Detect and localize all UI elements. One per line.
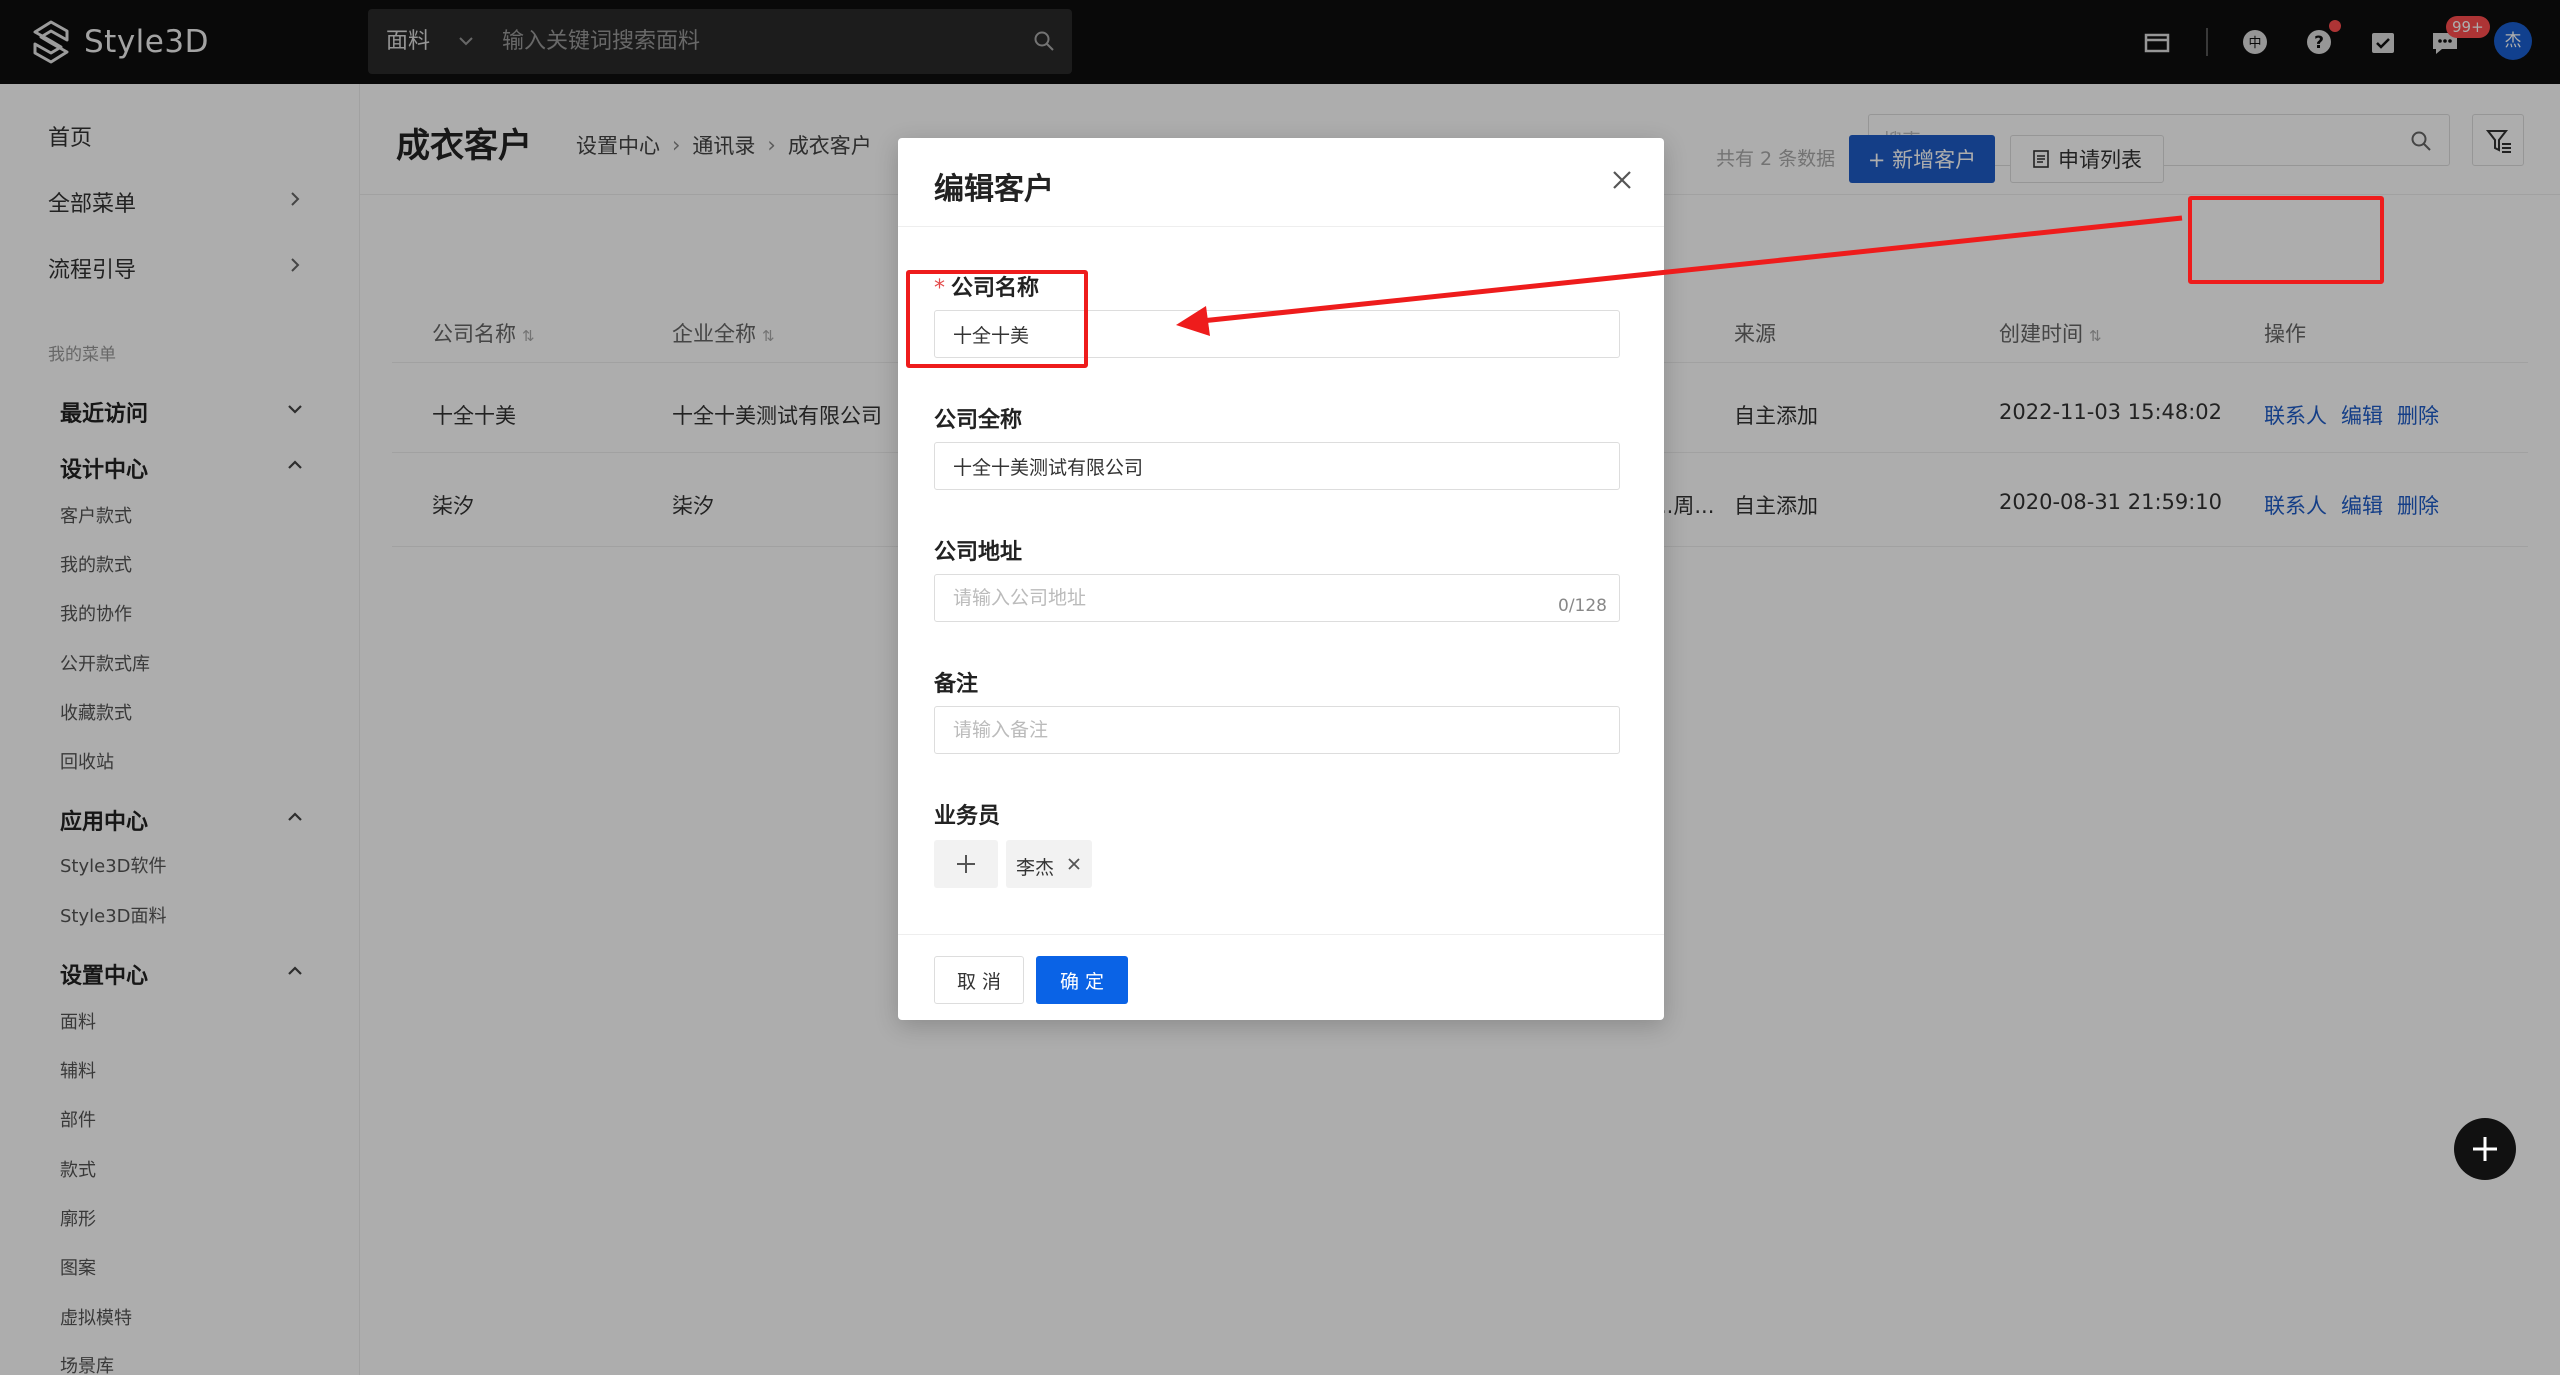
company-full-label: 公司全称 bbox=[934, 408, 1023, 433]
add-staff-button[interactable] bbox=[934, 840, 998, 888]
close-icon[interactable] bbox=[1608, 166, 1636, 194]
staff-label: 业务员 bbox=[934, 804, 1001, 829]
dialog-footer-divider bbox=[898, 934, 1664, 935]
dialog-title: 编辑客户 bbox=[934, 172, 1054, 207]
plus-icon bbox=[957, 855, 975, 873]
company-address-label: 公司地址 bbox=[934, 540, 1023, 565]
char-counter: 0/128 bbox=[1558, 596, 1607, 616]
staff-tag-label: 李杰 bbox=[1016, 857, 1055, 879]
cancel-button[interactable]: 取 消 bbox=[934, 956, 1024, 1004]
company-full-field[interactable] bbox=[934, 442, 1620, 490]
plus-icon bbox=[2473, 1137, 2497, 1161]
remark-label: 备注 bbox=[934, 672, 979, 697]
confirm-button[interactable]: 确 定 bbox=[1036, 956, 1128, 1004]
dialog-header-divider bbox=[898, 226, 1664, 227]
company-address-field[interactable] bbox=[934, 574, 1620, 622]
remark-field[interactable] bbox=[934, 706, 1620, 754]
floating-add-button[interactable] bbox=[2454, 1118, 2516, 1180]
staff-tag: 李杰 bbox=[1006, 840, 1092, 888]
annotation-box-add-button bbox=[2188, 196, 2384, 284]
remove-tag-icon[interactable] bbox=[1066, 856, 1082, 872]
annotation-box-company-name bbox=[906, 270, 1088, 368]
